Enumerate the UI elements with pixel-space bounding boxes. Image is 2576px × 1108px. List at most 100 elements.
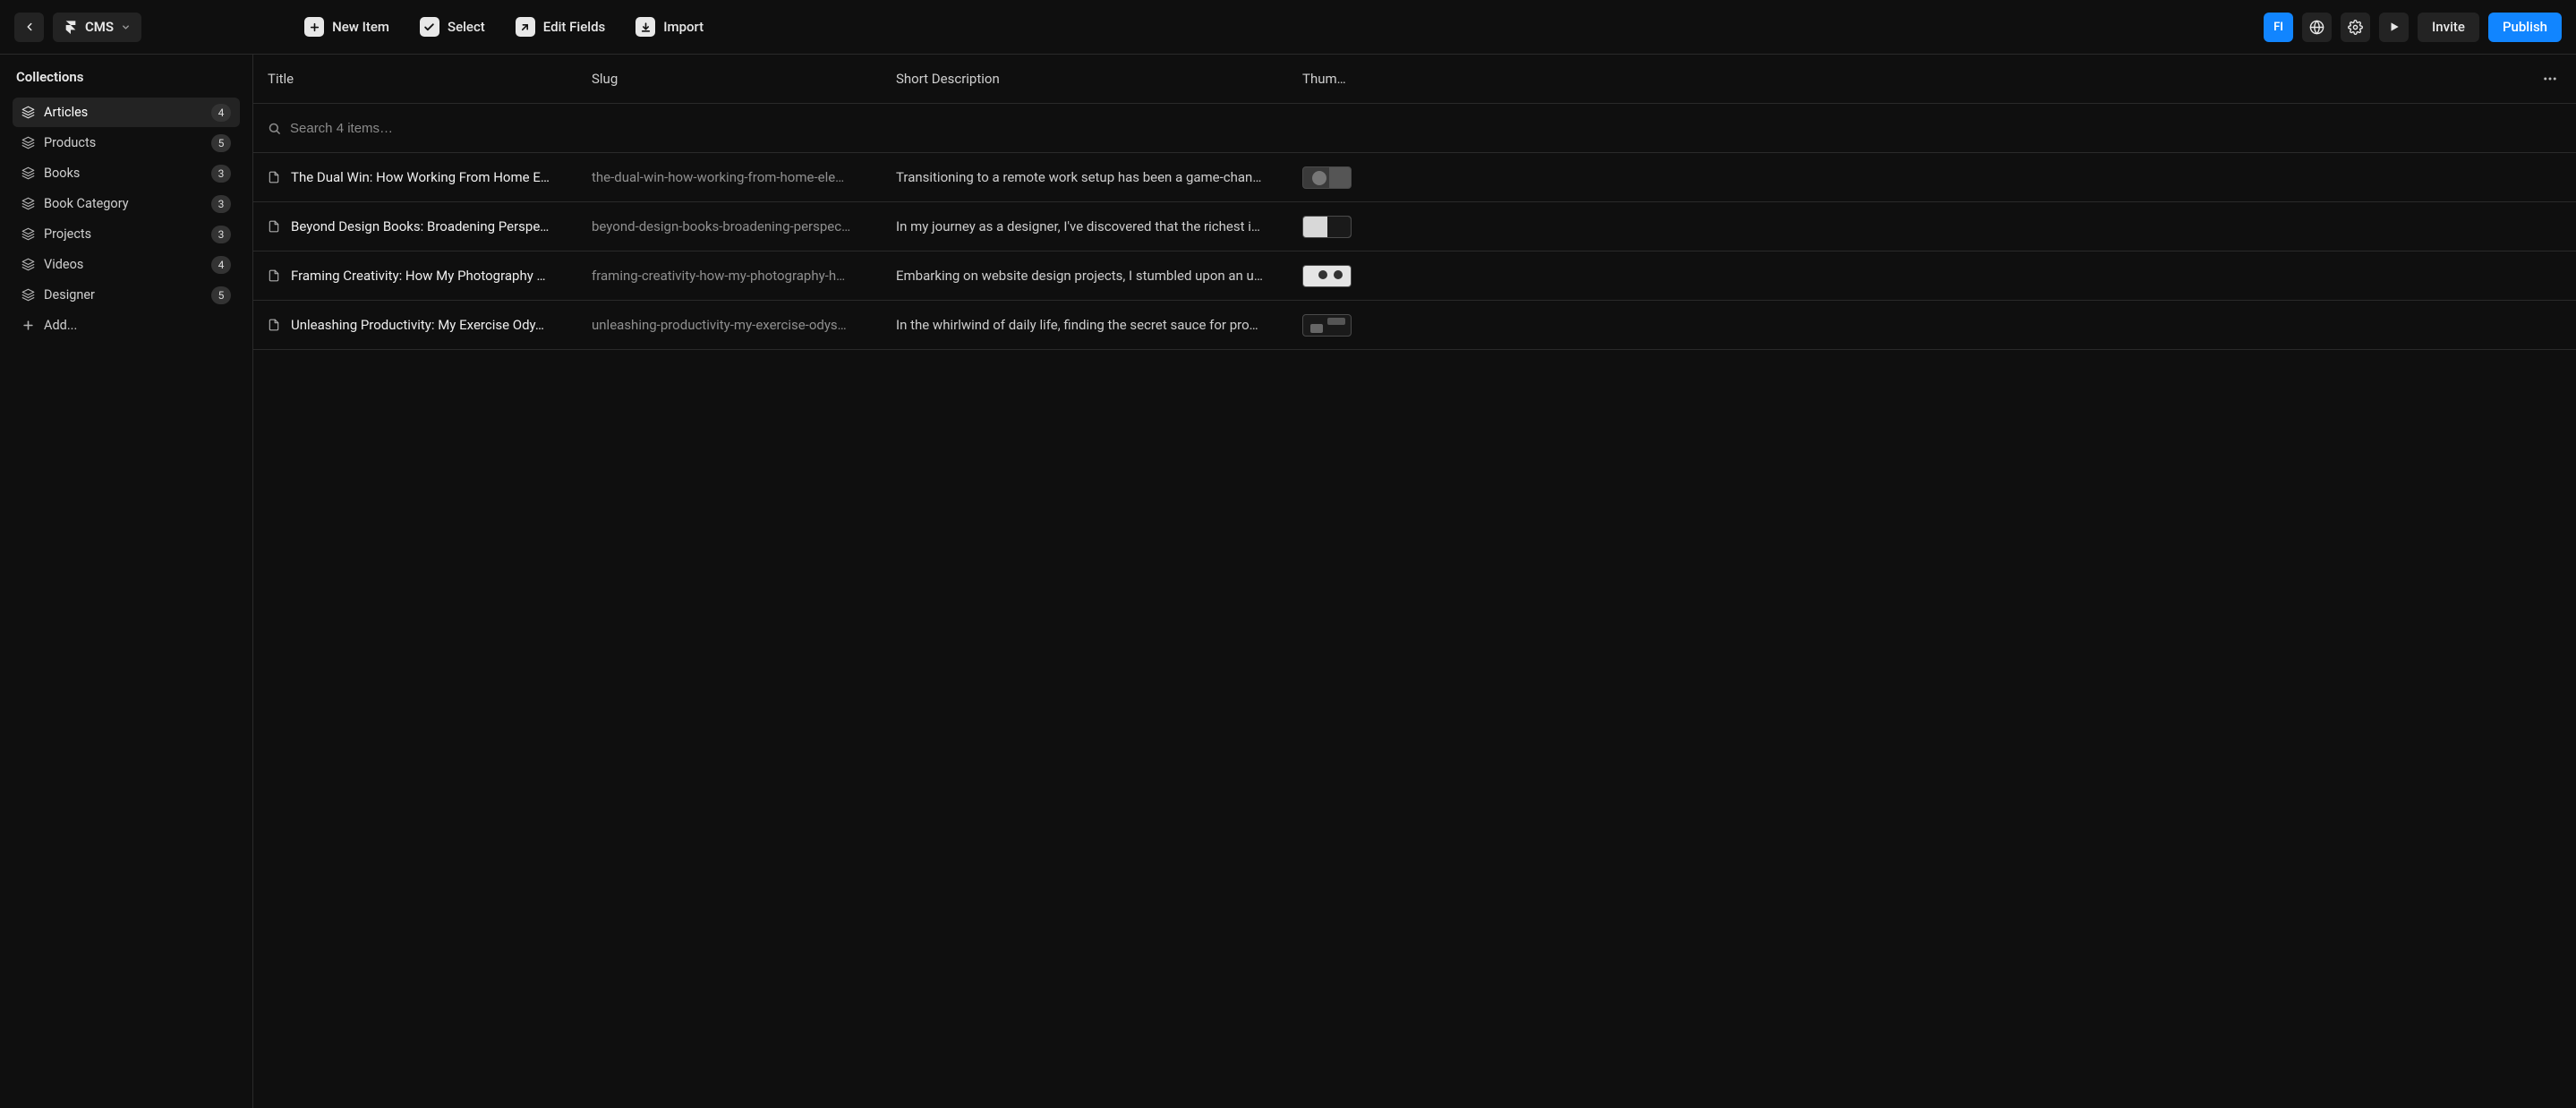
- back-button[interactable]: [14, 13, 44, 42]
- page-icon: [268, 269, 280, 282]
- sidebar-item-count: 5: [211, 286, 231, 304]
- settings-button[interactable]: [2341, 13, 2370, 42]
- page-icon: [268, 319, 280, 331]
- sidebar-item-designer[interactable]: Designer 5: [13, 280, 240, 310]
- stack-icon: [21, 227, 35, 241]
- sidebar-item-count: 4: [211, 104, 231, 122]
- cell-thumbnail: [1302, 166, 1352, 189]
- column-header-thumbnail[interactable]: Thum…: [1302, 71, 1365, 87]
- sidebar-item-label: Designer: [44, 287, 202, 303]
- arrow-out-icon: [516, 17, 535, 37]
- sidebar-item-videos[interactable]: Videos 4: [13, 250, 240, 279]
- invite-label: Invite: [2432, 19, 2465, 35]
- select-label: Select: [448, 19, 485, 35]
- stack-icon: [21, 258, 35, 271]
- table-row[interactable]: Framing Creativity: How My Photography ……: [253, 251, 2576, 301]
- sidebar-item-count: 5: [211, 134, 231, 152]
- topbar: CMS New Item Select Edit Fields Import F…: [0, 0, 2576, 55]
- globe-button[interactable]: [2302, 13, 2332, 42]
- play-button[interactable]: [2379, 13, 2409, 42]
- page-icon: [268, 220, 280, 233]
- cell-thumbnail: [1302, 314, 1352, 337]
- page-icon: [268, 171, 280, 183]
- cms-dropdown-label: CMS: [85, 19, 114, 35]
- publish-label: Publish: [2503, 19, 2547, 35]
- column-header-short-description[interactable]: Short Description: [896, 71, 1302, 87]
- import-label: Import: [663, 19, 704, 35]
- cell-slug: unleashing-productivity-my-exercise-odys…: [592, 317, 896, 333]
- cell-title: Unleashing Productivity: My Exercise Ody…: [291, 317, 574, 333]
- sidebar-item-label: Book Category: [44, 196, 202, 211]
- search-row: [253, 104, 2576, 153]
- sidebar-item-label: Books: [44, 166, 202, 181]
- sidebar-item-count: 3: [211, 165, 231, 183]
- sidebar-add-label: Add...: [44, 318, 231, 333]
- invite-button[interactable]: Invite: [2418, 13, 2479, 42]
- cell-slug: the-dual-win-how-working-from-home-ele…: [592, 169, 896, 185]
- check-icon: [420, 17, 439, 37]
- sidebar-add-button[interactable]: Add...: [13, 311, 240, 340]
- cell-description: In the whirlwind of daily life, finding …: [896, 317, 1302, 333]
- cell-slug: framing-creativity-how-my-photography-h…: [592, 268, 896, 284]
- download-icon: [635, 17, 655, 37]
- edit-fields-button[interactable]: Edit Fields: [505, 13, 616, 42]
- cms-dropdown[interactable]: CMS: [53, 13, 141, 42]
- sidebar-item-label: Projects: [44, 226, 202, 242]
- sidebar: Collections Articles4Products5Books3Book…: [0, 55, 253, 1108]
- table-row[interactable]: Beyond Design Books: Broadening Perspe… b…: [253, 202, 2576, 251]
- sidebar-item-count: 4: [211, 256, 231, 274]
- plus-icon: [304, 17, 324, 37]
- new-item-label: New Item: [332, 19, 389, 35]
- more-horizontal-icon: [2542, 71, 2558, 87]
- cell-title: The Dual Win: How Working From Home E…: [291, 169, 574, 185]
- chevron-down-icon: [121, 22, 131, 32]
- cell-description: Embarking on website design projects, I …: [896, 268, 1302, 284]
- sidebar-item-count: 3: [211, 226, 231, 243]
- body: Collections Articles4Products5Books3Book…: [0, 55, 2576, 1108]
- sidebar-item-books[interactable]: Books 3: [13, 158, 240, 188]
- search-icon: [268, 122, 281, 135]
- cell-description: Transitioning to a remote work setup has…: [896, 169, 1302, 185]
- gear-icon: [2348, 20, 2363, 35]
- globe-icon: [2309, 20, 2324, 35]
- import-button[interactable]: Import: [625, 13, 714, 42]
- main-panel: Title Slug Short Description Thum… The D…: [253, 55, 2576, 1108]
- stack-icon: [21, 197, 35, 210]
- stack-icon: [21, 166, 35, 180]
- play-icon: [2388, 21, 2401, 33]
- table-header: Title Slug Short Description Thum…: [253, 55, 2576, 104]
- stack-icon: [21, 288, 35, 302]
- sidebar-item-count: 3: [211, 195, 231, 213]
- sidebar-item-articles[interactable]: Articles 4: [13, 98, 240, 127]
- sidebar-item-products[interactable]: Products 5: [13, 128, 240, 158]
- chevron-left-icon: [23, 21, 36, 33]
- search-input[interactable]: [290, 104, 2576, 152]
- sidebar-heading: Collections: [13, 69, 240, 85]
- publish-button[interactable]: Publish: [2488, 13, 2562, 42]
- table-row[interactable]: The Dual Win: How Working From Home E… th…: [253, 153, 2576, 202]
- table-more-button[interactable]: [2542, 71, 2576, 87]
- avatar-initials: FI: [2273, 21, 2283, 34]
- sidebar-item-book-category[interactable]: Book Category 3: [13, 189, 240, 218]
- column-header-slug[interactable]: Slug: [592, 71, 896, 87]
- cell-slug: beyond-design-books-broadening-perspec…: [592, 218, 896, 234]
- sidebar-item-projects[interactable]: Projects 3: [13, 219, 240, 249]
- cell-thumbnail: [1302, 216, 1352, 238]
- sidebar-item-label: Articles: [44, 105, 202, 120]
- stack-icon: [21, 106, 35, 119]
- sidebar-item-label: Videos: [44, 257, 202, 272]
- sidebar-item-label: Products: [44, 135, 202, 150]
- user-avatar[interactable]: FI: [2264, 13, 2293, 42]
- select-button[interactable]: Select: [409, 13, 496, 42]
- plus-icon: [21, 319, 35, 332]
- stack-icon: [21, 136, 35, 149]
- column-header-title[interactable]: Title: [268, 71, 592, 87]
- cell-thumbnail: [1302, 265, 1352, 287]
- cell-description: In my journey as a designer, I've discov…: [896, 218, 1302, 234]
- table-row[interactable]: Unleashing Productivity: My Exercise Ody…: [253, 301, 2576, 350]
- framer-icon: [64, 20, 78, 34]
- new-item-button[interactable]: New Item: [294, 13, 400, 42]
- cell-title: Beyond Design Books: Broadening Perspe…: [291, 218, 574, 234]
- cell-title: Framing Creativity: How My Photography …: [291, 268, 574, 284]
- edit-fields-label: Edit Fields: [543, 19, 605, 35]
